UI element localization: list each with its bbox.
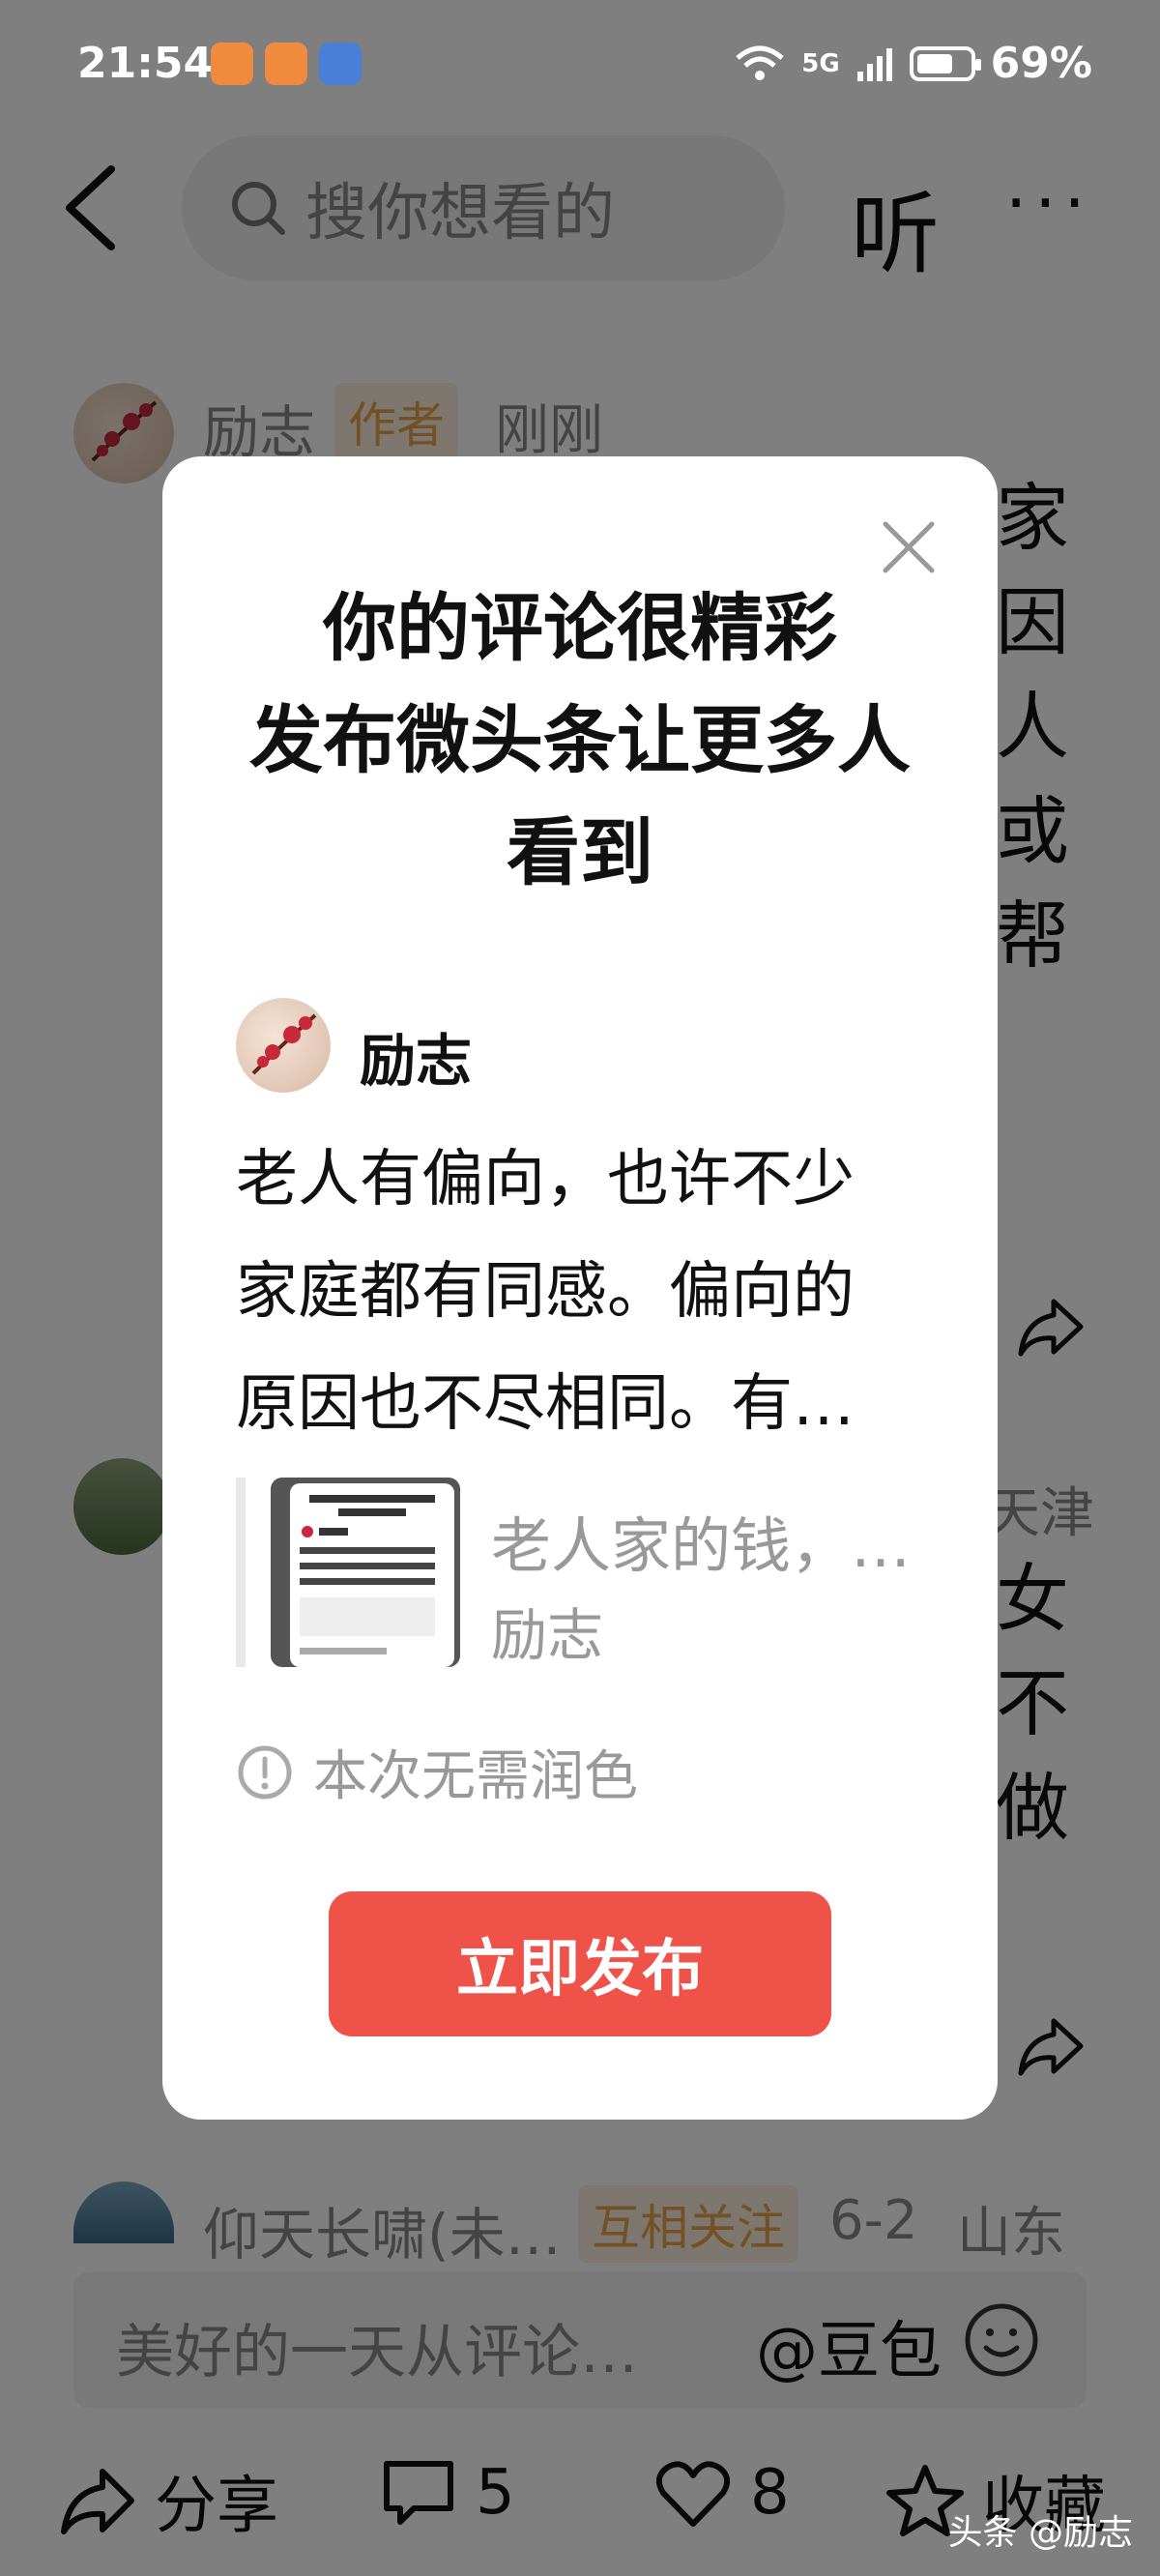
quote-bar bbox=[236, 1478, 246, 1667]
signal-icon bbox=[856, 47, 892, 81]
avatar bbox=[236, 998, 331, 1093]
network-type: 5G bbox=[801, 48, 840, 78]
close-icon[interactable] bbox=[882, 520, 936, 574]
comment-preview-text: 老人有偏向，也许不少 家庭都有同感。偏向的 原因也不尽相同。有… bbox=[236, 1144, 855, 1440]
security-app-icon bbox=[319, 43, 362, 85]
publish-prompt-dialog: 你的评论很精彩 发布微头条让更多人 看到 励志 老人有偏向，也许不少 家庭都有同… bbox=[162, 456, 998, 2120]
health-app-icon bbox=[211, 43, 253, 85]
polish-note: 本次无需润色 bbox=[236, 1733, 638, 1811]
quoted-article-card: 老人家的钱，… 励志 bbox=[236, 1478, 913, 1668]
dialog-title: 你的评论很精彩 发布微头条让更多人 看到 bbox=[249, 585, 911, 895]
battery-icon bbox=[909, 45, 981, 81]
info-icon bbox=[238, 1745, 292, 1799]
status-indicators: 5G 69% bbox=[734, 39, 1092, 88]
watermark: 头条 @励志 bbox=[947, 2513, 1133, 2553]
status-time: 21:54 bbox=[77, 39, 214, 88]
publish-now-button[interactable]: 立即发布 bbox=[329, 1891, 831, 2036]
article-author: 励志 bbox=[491, 1602, 604, 1668]
screenshot-thumbnail-icon bbox=[271, 1478, 460, 1667]
plum-blossom-icon bbox=[251, 1013, 317, 1075]
polish-note-text: 本次无需润色 bbox=[313, 1745, 638, 1808]
status-bar: 21:54 5G 69% bbox=[0, 0, 1160, 116]
wifi-icon bbox=[736, 45, 784, 80]
dialog-author-name: 励志 bbox=[360, 1028, 473, 1094]
health-app-icon bbox=[265, 43, 307, 85]
article-thumbnail bbox=[271, 1478, 460, 1667]
battery-percent: 69% bbox=[990, 39, 1092, 88]
article-title: 老人家的钱，… bbox=[491, 1510, 912, 1581]
